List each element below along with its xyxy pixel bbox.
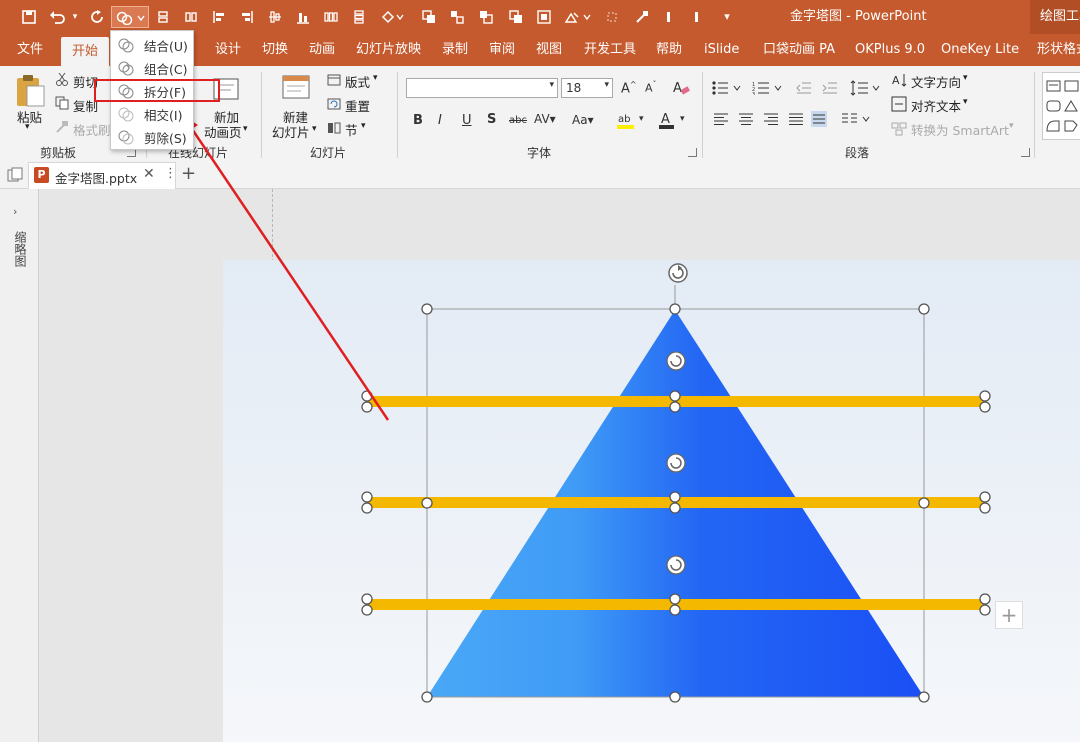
menu-item-intersect[interactable]: 相交(I) — [111, 102, 193, 125]
menu-item-combine[interactable]: 组合(C) — [111, 56, 193, 79]
menu-item-label: 剪除(S) — [144, 131, 187, 146]
add-element-button[interactable]: + — [995, 601, 1023, 629]
bar-rotate-handle-3-icon[interactable] — [666, 555, 686, 575]
menu-item-label: 结合(U) — [144, 39, 188, 54]
menu-item-label: 相交(I) — [144, 108, 183, 123]
menu-item-label: 组合(C) — [144, 62, 188, 77]
rotate-handle-icon[interactable] — [668, 263, 688, 283]
bar-rotate-handle-1-icon[interactable] — [666, 351, 686, 371]
menu-item-subtract[interactable]: 剪除(S) — [111, 125, 193, 148]
annotation-arrow — [184, 116, 390, 421]
intersect-icon — [118, 107, 134, 122]
menu-item-union[interactable]: 结合(U) — [111, 33, 193, 56]
combine-icon — [118, 61, 134, 76]
union-icon — [118, 38, 134, 53]
annotation-highlight-box — [94, 79, 220, 102]
bar-rotate-handle-2-icon[interactable] — [666, 453, 686, 473]
subtract-icon — [118, 130, 134, 145]
